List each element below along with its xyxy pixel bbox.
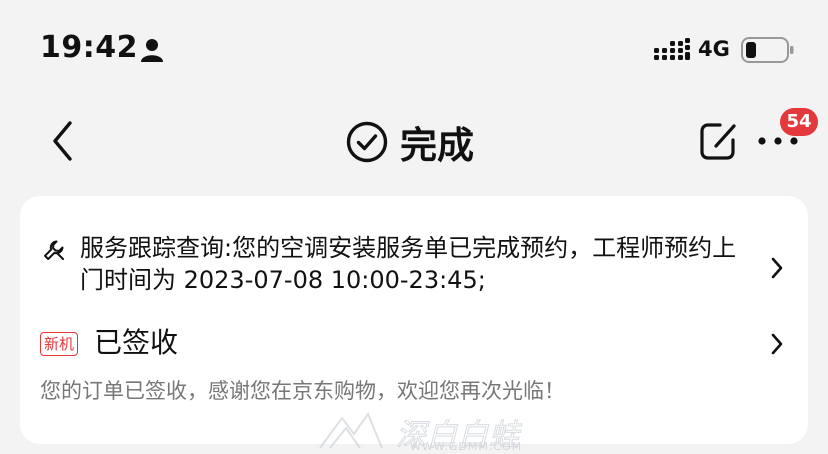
chevron-right-icon: [771, 333, 783, 355]
notification-badge: 54: [780, 108, 818, 136]
check-circle-icon: [346, 121, 388, 163]
page-title: 完成: [400, 124, 474, 167]
watermark-url: WWW.GDMM.COM: [410, 440, 523, 453]
service-tracking-row[interactable]: 服务跟踪查询:您的空调安装服务单已完成预约，工程师预约上门时间为 2023-07…: [20, 232, 808, 302]
signed-status-description: 您的订单已签收，感谢您在京东购物，欢迎您再次光临！: [40, 379, 565, 403]
order-status-card: 服务跟踪查询:您的空调安装服务单已完成预约，工程师预约上门时间为 2023-07…: [20, 196, 808, 444]
watermark: 深白白蛙 WWW.GDMM.COM: [316, 408, 526, 454]
back-button[interactable]: [46, 118, 82, 164]
chevron-right-icon: [771, 257, 783, 279]
more-icon: [758, 137, 798, 145]
watermark-logo-icon: [319, 411, 383, 449]
network-label: 4G: [698, 37, 730, 61]
signed-status-title: 已签收: [94, 326, 179, 359]
signed-status-row[interactable]: 新机 已签收: [20, 324, 808, 364]
share-icon[interactable]: [698, 120, 738, 162]
status-time: 19:42: [40, 30, 138, 65]
battery-icon: [741, 37, 794, 63]
service-tracking-text: 服务跟踪查询:您的空调安装服务单已完成预约，工程师预约上门时间为 2023-07…: [80, 234, 737, 294]
person-icon: [141, 39, 163, 62]
wrench-icon: [44, 240, 64, 260]
status-bar: 19:42 4G: [0, 0, 828, 100]
page-header: 完成: [346, 118, 474, 167]
signal-icon: [654, 38, 690, 60]
new-device-tag: 新机: [40, 332, 79, 356]
